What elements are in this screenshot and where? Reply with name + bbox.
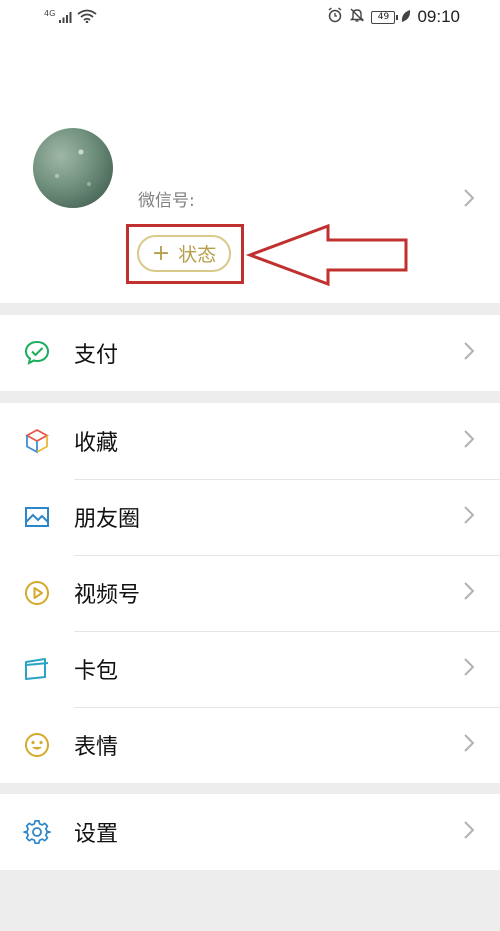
- gear-icon: [22, 817, 52, 847]
- menu-item-moments[interactable]: 朋友圈: [0, 479, 500, 555]
- plus-icon: +: [151, 240, 171, 266]
- profile-header[interactable]: 微信号: + 状态: [0, 38, 500, 303]
- moments-picture-icon: [22, 502, 52, 532]
- chevron-right-icon: [463, 188, 475, 212]
- status-bar: 4G 49 09:10: [0, 0, 500, 38]
- menu-item-label: 收藏: [74, 431, 119, 456]
- menu-item-pay[interactable]: 支付: [0, 315, 500, 391]
- menu-item-label: 卡包: [74, 659, 119, 684]
- status-bar-right: 49 09:10: [327, 7, 460, 27]
- battery-icon: 49: [371, 10, 399, 24]
- battery-level: 49: [377, 12, 390, 22]
- wechat-id-label: 微信号:: [138, 191, 195, 211]
- menu-item-cards[interactable]: 卡包: [0, 631, 500, 707]
- alarm-icon: [327, 7, 343, 27]
- menu-item-label: 表情: [74, 735, 119, 760]
- card-wallet-icon: [22, 654, 52, 684]
- favorites-cube-icon: [22, 426, 52, 456]
- channels-play-icon: [22, 578, 52, 608]
- chevron-right-icon: [463, 733, 475, 757]
- chevron-right-icon: [463, 581, 475, 605]
- section-settings: 设置: [0, 794, 500, 870]
- section-main: 收藏 朋友圈 视频号 卡包 表情: [0, 403, 500, 783]
- menu-item-label: 视频号: [74, 583, 141, 608]
- leaf-icon: [401, 8, 411, 27]
- pay-icon: [22, 338, 52, 368]
- clock-time: 09:10: [417, 7, 460, 26]
- add-status-button[interactable]: + 状态: [137, 235, 231, 272]
- menu-item-label: 朋友圈: [74, 507, 141, 532]
- menu-item-stickers[interactable]: 表情: [0, 707, 500, 783]
- menu-item-label: 支付: [74, 343, 119, 368]
- status-bar-left: 4G: [44, 8, 97, 27]
- chevron-right-icon: [463, 505, 475, 529]
- menu-item-channels[interactable]: 视频号: [0, 555, 500, 631]
- menu-item-label: 设置: [74, 822, 119, 847]
- section-pay: 支付: [0, 315, 500, 391]
- smiley-icon: [22, 730, 52, 760]
- signal-icon: [59, 8, 73, 27]
- left-arrow-annotation: [246, 224, 408, 286]
- chevron-right-icon: [463, 820, 475, 844]
- chevron-right-icon: [463, 341, 475, 365]
- menu-item-settings[interactable]: 设置: [0, 794, 500, 870]
- mute-icon: [349, 7, 365, 27]
- chevron-right-icon: [463, 657, 475, 681]
- wifi-icon: [77, 8, 97, 27]
- menu-item-favorites[interactable]: 收藏: [0, 403, 500, 479]
- chevron-right-icon: [463, 429, 475, 453]
- avatar[interactable]: [33, 128, 113, 208]
- network-type-label: 4G: [44, 9, 56, 18]
- status-button-label: 状态: [178, 244, 217, 266]
